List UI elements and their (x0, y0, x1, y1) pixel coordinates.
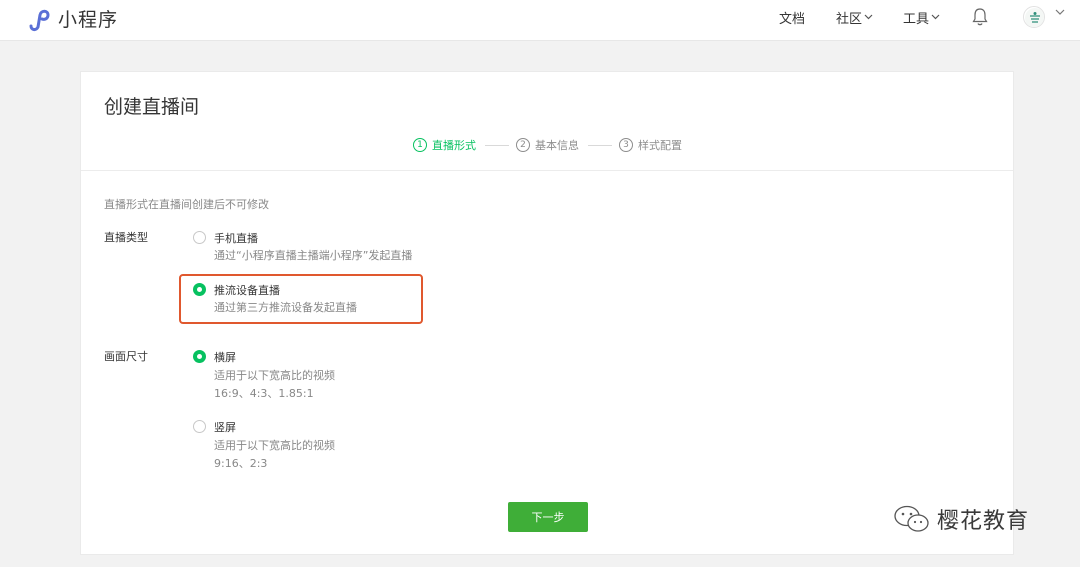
radio-button-checked[interactable] (193, 283, 206, 296)
live-type-label: 直播类型 (104, 231, 148, 244)
radio-button[interactable] (193, 231, 206, 244)
screen-size-label: 画面尺寸 (104, 350, 148, 363)
option-description: 通过第三方推流设备发起直播 (214, 301, 357, 314)
bell-icon[interactable] (970, 6, 990, 28)
step-2: 2 基本信息 (516, 137, 579, 153)
chevron-down-icon (931, 14, 940, 19)
option-title: 推流设备直播 (214, 284, 280, 297)
nav-tools-label: 工具 (903, 12, 930, 27)
option-title: 手机直播 (214, 232, 258, 245)
option-title: 横屏 (214, 351, 236, 364)
step-connector (485, 145, 509, 146)
watermark: 樱花教育 (893, 503, 1029, 535)
watermark-text: 樱花教育 (937, 509, 1030, 534)
step-1: 1 直播形式 (413, 137, 476, 153)
logo[interactable]: 小程序 (27, 5, 118, 32)
next-step-button[interactable]: 下一步 (508, 502, 588, 532)
step-3: 3 样式配置 (619, 137, 682, 153)
divider (81, 170, 1013, 171)
option-title: 竖屏 (214, 421, 236, 434)
step-3-label: 样式配置 (638, 139, 682, 152)
form-hint: 直播形式在直播间创建后不可修改 (104, 198, 269, 211)
nav-docs[interactable]: 文档 (779, 8, 805, 27)
option-description: 适用于以下宽高比的视频 (214, 369, 335, 382)
step-2-number: 2 (516, 138, 530, 152)
option-description: 通过“小程序直播主播端小程序”发起直播 (214, 249, 413, 262)
option-ratios: 9:16、2:3 (214, 457, 268, 470)
radio-button[interactable] (193, 420, 206, 433)
option-ratios: 16:9、4:3、1.85:1 (214, 387, 314, 400)
step-2-label: 基本信息 (535, 139, 579, 152)
option-description: 适用于以下宽高比的视频 (214, 439, 335, 452)
chevron-down-icon (864, 14, 873, 19)
avatar[interactable] (1023, 6, 1045, 28)
nav-docs-label: 文档 (779, 12, 806, 27)
wechat-icon (894, 505, 929, 532)
step-1-number: 1 (413, 138, 427, 152)
step-3-number: 3 (619, 138, 633, 152)
radio-button-checked[interactable] (193, 350, 206, 363)
nav-community-label: 社区 (836, 12, 863, 27)
miniprogram-logo-icon (29, 9, 50, 31)
page-title: 创建直播间 (104, 96, 200, 118)
nav-tools[interactable]: 工具 (903, 8, 940, 27)
step-connector (588, 145, 612, 146)
top-bar: 小程序 文档 社区 工具 (0, 0, 1080, 41)
step-1-label: 直播形式 (432, 139, 476, 152)
stepper: 1 直播形式 2 基本信息 3 样式配置 (81, 137, 1015, 157)
nav-community[interactable]: 社区 (836, 8, 873, 27)
app-title: 小程序 (58, 9, 119, 31)
chevron-down-icon[interactable] (1055, 9, 1065, 16)
avatar-image (1025, 8, 1044, 27)
create-live-room-card: 创建直播间 1 直播形式 2 基本信息 3 样式配置 直播形式在直播间创建后不可… (80, 71, 1014, 555)
